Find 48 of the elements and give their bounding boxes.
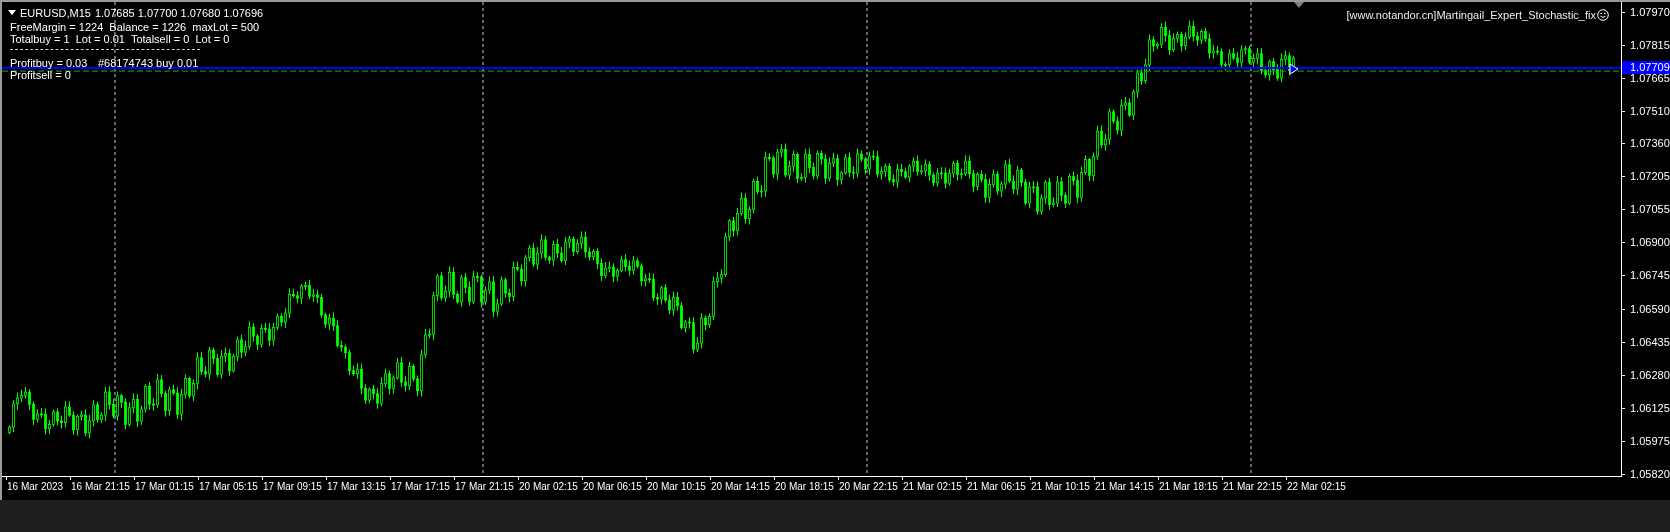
time-label: 20 Mar 10:15 [647,481,706,493]
bid-price-tag: 1.07709 [1622,61,1670,75]
collapse-icon[interactable] [8,10,16,17]
price-label: 1.06280 [1630,369,1670,382]
time-label: 21 Mar 22:15 [1223,481,1282,493]
time-label: 22 Mar 02:15 [1287,481,1346,493]
symbol-label: EURUSD,M15 [20,6,91,21]
price-label: 1.07360 [1630,137,1670,150]
price-label: 1.07510 [1630,104,1670,117]
price-label: 1.06900 [1630,235,1670,248]
info-text: Totalbuy = 1 Lot = 0.01 Totalsell = 0 Lot = 0 [10,33,231,45]
time-label: 17 Mar 13:15 [327,481,386,493]
price-label: 1.07970 [1630,6,1670,18]
price-label: 1.05820 [1630,468,1670,480]
time-label: 20 Mar 02:15 [519,481,578,493]
time-label: 20 Mar 18:15 [775,481,834,493]
order-arrow-icon [1289,63,1299,75]
time-label: 17 Mar 01:15 [135,481,194,493]
info-text: Profitsell = 0 [10,69,72,81]
time-label: 17 Mar 05:15 [199,481,258,493]
time-label: 20 Mar 14:15 [711,481,770,493]
time-label: 16 Mar 21:15 [71,481,130,493]
ohlc-values: 1.07685 1.07700 1.07680 1.07696 [94,6,264,21]
time-label: 16 Mar 2023 [7,481,64,493]
price-label: 1.06435 [1630,335,1670,348]
price-label: 1.06125 [1630,402,1670,415]
price-label: 1.07055 [1630,202,1670,215]
smiley-icon [1597,9,1609,22]
time-label: 21 Mar 18:15 [1159,481,1218,493]
time-label: 17 Mar 21:15 [455,481,514,493]
price-label: 1.07815 [1630,39,1670,52]
time-label: 21 Mar 10:15 [1031,481,1090,493]
time-label: 20 Mar 22:15 [839,481,898,493]
order-label: #68174743 buy 0.01 [98,57,199,69]
time-label: 20 Mar 06:15 [583,481,642,493]
expert-label: [www.notandor.cn]Martingail_Expert_Stochastic_fix [1346,8,1596,23]
price-label: 1.06590 [1630,302,1670,315]
time-label: 21 Mar 06:15 [967,481,1026,493]
info-text: FreeMargin = 1224 Balance = 1226 maxLot = 500 [10,21,260,33]
time-label: 21 Mar 14:15 [1095,481,1154,493]
time-label: 21 Mar 02:15 [903,481,962,493]
price-label: 1.07205 [1630,170,1670,183]
price-label: 1.05975 [1630,434,1670,447]
order-line[interactable] [2,70,1621,72]
shift-marker-icon[interactable] [1294,2,1304,8]
time-label: 17 Mar 17:15 [391,481,450,493]
time-label: 17 Mar 09:15 [263,481,322,493]
price-label: 1.06745 [1630,269,1670,282]
